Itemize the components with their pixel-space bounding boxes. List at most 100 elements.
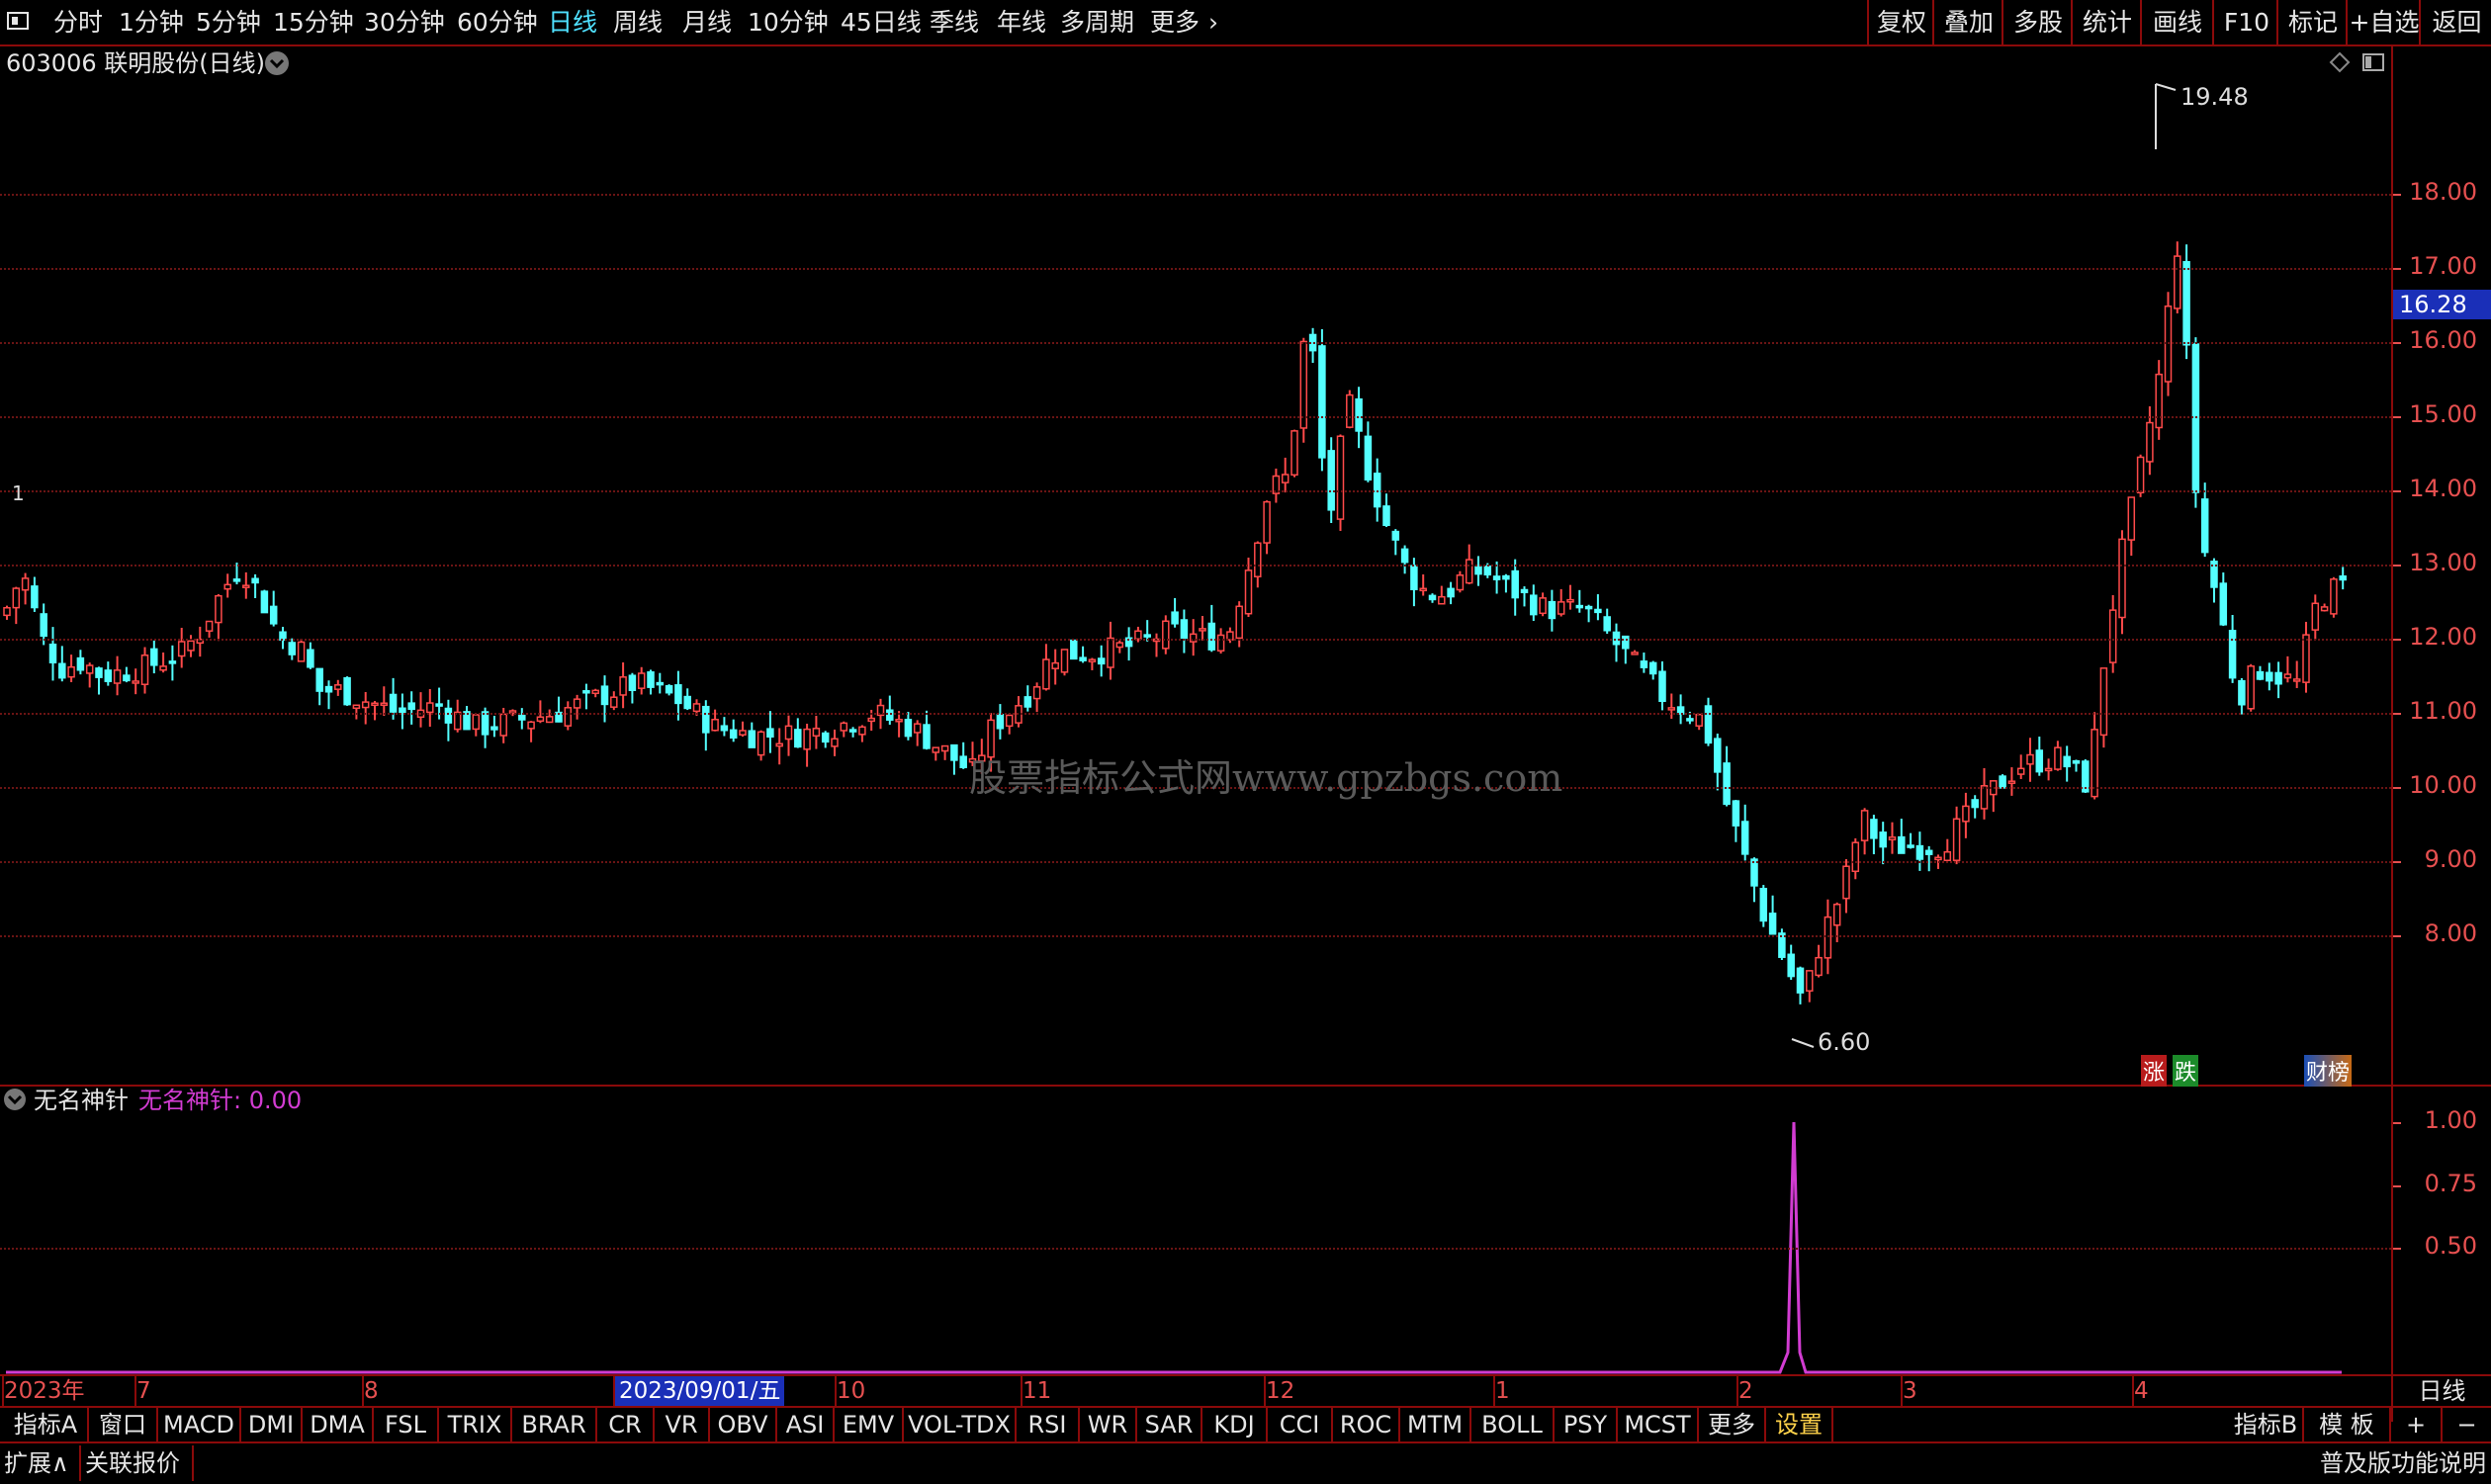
die-badge[interactable]: 跌 — [2173, 1055, 2199, 1087]
high-annotation: 19.48 — [2180, 83, 2249, 111]
indicator-tab[interactable]: VOL-TDX — [904, 1408, 1017, 1441]
period-tab[interactable]: 分时 — [53, 0, 103, 44]
indicator-tab[interactable]: ROC — [1333, 1408, 1400, 1441]
toolbar-button[interactable]: 复权 — [1867, 0, 1934, 44]
candle-body — [1575, 604, 1584, 609]
indicator-right-button[interactable]: 指标B — [2229, 1408, 2304, 1441]
x-axis-label: 1 — [1495, 1378, 1510, 1404]
candle-body — [766, 728, 774, 739]
candle-body — [2238, 679, 2246, 706]
period-tab[interactable]: 10分钟 — [748, 0, 829, 44]
candle-body — [848, 729, 857, 733]
candle-body — [481, 711, 489, 736]
indicator-tab[interactable]: 窗口 — [89, 1408, 158, 1441]
price-gridline — [0, 342, 2391, 344]
candle-body — [1695, 713, 1703, 727]
pro-info-link[interactable]: 普及版功能说明 — [2320, 1445, 2486, 1481]
indicator-tab[interactable]: SAR — [1137, 1408, 1202, 1441]
period-tab[interactable]: 5分钟 — [196, 0, 261, 44]
toolbar-button[interactable]: 画线 — [2140, 0, 2213, 44]
candle-body — [371, 702, 379, 707]
indicator-tab[interactable]: CCI — [1268, 1408, 1333, 1441]
period-tab[interactable]: 更多 — [1150, 0, 1200, 44]
indicator-tab[interactable]: BRAR — [512, 1408, 597, 1441]
period-tab[interactable]: 45日线 — [841, 0, 922, 44]
candle-body — [1447, 587, 1455, 598]
related-quote-button[interactable]: 关联报价 — [85, 1445, 194, 1481]
indicator-tab[interactable]: ASI — [777, 1408, 835, 1441]
indicator-tab[interactable]: 设置 — [1766, 1408, 1833, 1441]
menu-icon[interactable] — [6, 0, 34, 44]
candle-body — [1070, 639, 1078, 660]
indicator-tab[interactable]: FSL — [374, 1408, 439, 1441]
period-tab[interactable]: 周线 — [613, 0, 663, 44]
candle-body — [472, 714, 481, 731]
indicator-tab[interactable]: 指标A — [4, 1408, 89, 1441]
toolbar-button[interactable]: F10 — [2212, 0, 2279, 44]
candle-body — [518, 714, 526, 721]
toolbar-button[interactable]: +自选 — [2346, 0, 2421, 44]
candle-body — [1079, 656, 1087, 661]
period-tab[interactable]: 多周期 — [1060, 0, 1134, 44]
candle-body — [1502, 574, 1510, 580]
expand-button[interactable]: 扩展∧ — [4, 1445, 81, 1481]
indicator-chart[interactable] — [0, 1087, 2391, 1374]
candle-body — [858, 726, 866, 736]
candle-body — [1907, 844, 1914, 848]
indicator-tab[interactable]: OBV — [710, 1408, 777, 1441]
candle-body — [1419, 587, 1427, 592]
candle-body — [1566, 598, 1574, 603]
indicator-right-button[interactable]: 模 板 — [2304, 1408, 2391, 1441]
indicator-tab[interactable]: TRIX — [439, 1408, 512, 1441]
indicator-tab[interactable]: DMI — [241, 1408, 303, 1441]
period-tab[interactable]: 季线 — [930, 0, 979, 44]
period-tab[interactable]: 年线 — [997, 0, 1046, 44]
indicator-tab[interactable]: MTM — [1400, 1408, 1471, 1441]
candle-body — [2228, 630, 2237, 679]
indicator-tab[interactable]: RSI — [1017, 1408, 1080, 1441]
toolbar-button[interactable]: 多股 — [2002, 0, 2073, 44]
candle-body — [140, 654, 149, 685]
candle-body — [1667, 707, 1676, 711]
candle-body — [573, 698, 581, 709]
indicator-tab[interactable]: VR — [655, 1408, 710, 1441]
indicator-tab[interactable]: MACD — [158, 1408, 241, 1441]
period-tab[interactable]: 30分钟 — [364, 0, 445, 44]
indicator-tab[interactable]: PSY — [1555, 1408, 1618, 1441]
candle-body — [1860, 810, 1869, 841]
indicator-right-button[interactable]: + — [2391, 1408, 2443, 1441]
period-tab[interactable]: 日线 — [548, 0, 597, 44]
indicator-tab[interactable]: 更多 — [1699, 1408, 1766, 1441]
candle-body — [1355, 397, 1363, 432]
candle-body — [1235, 605, 1243, 640]
indicator-tab[interactable]: EMV — [835, 1408, 904, 1441]
indicator-right-button[interactable]: − — [2443, 1408, 2491, 1441]
candle-body — [21, 577, 30, 591]
period-tab[interactable]: 15分钟 — [273, 0, 354, 44]
indicator-tab[interactable]: MCST — [1618, 1408, 1699, 1441]
indicator-tab[interactable]: WR — [1080, 1408, 1137, 1441]
period-tab[interactable]: 月线 — [682, 0, 732, 44]
period-tab[interactable]: 1分钟 — [119, 0, 184, 44]
candle-body — [1281, 474, 1290, 483]
toolbar-button[interactable]: 叠加 — [1932, 0, 2003, 44]
candle-body — [1107, 637, 1114, 668]
candle-body — [637, 672, 646, 689]
price-tick-label: 16.00 — [2409, 326, 2477, 354]
period-tab[interactable]: 60分钟 — [457, 0, 538, 44]
candle-body — [1492, 575, 1501, 580]
period-corner-label[interactable]: 日线 — [2393, 1376, 2491, 1406]
indicator-tab[interactable]: DMA — [303, 1408, 374, 1441]
x-axis-tick — [1736, 1376, 1738, 1406]
indicator-tab[interactable]: CR — [597, 1408, 655, 1441]
x-axis-label: 10 — [837, 1378, 866, 1404]
candle-body — [113, 669, 122, 684]
toolbar-button[interactable]: 标记 — [2276, 0, 2348, 44]
indicator-tab[interactable]: BOLL — [1471, 1408, 1555, 1441]
toolbar-button[interactable]: 统计 — [2071, 0, 2142, 44]
caibang-badge[interactable]: 财榜 — [2304, 1055, 2353, 1087]
toolbar-button[interactable]: 返回 — [2419, 0, 2491, 44]
candle-body — [1594, 608, 1602, 614]
indicator-tab[interactable]: KDJ — [1202, 1408, 1268, 1441]
zhang-badge[interactable]: 涨 — [2141, 1055, 2168, 1087]
